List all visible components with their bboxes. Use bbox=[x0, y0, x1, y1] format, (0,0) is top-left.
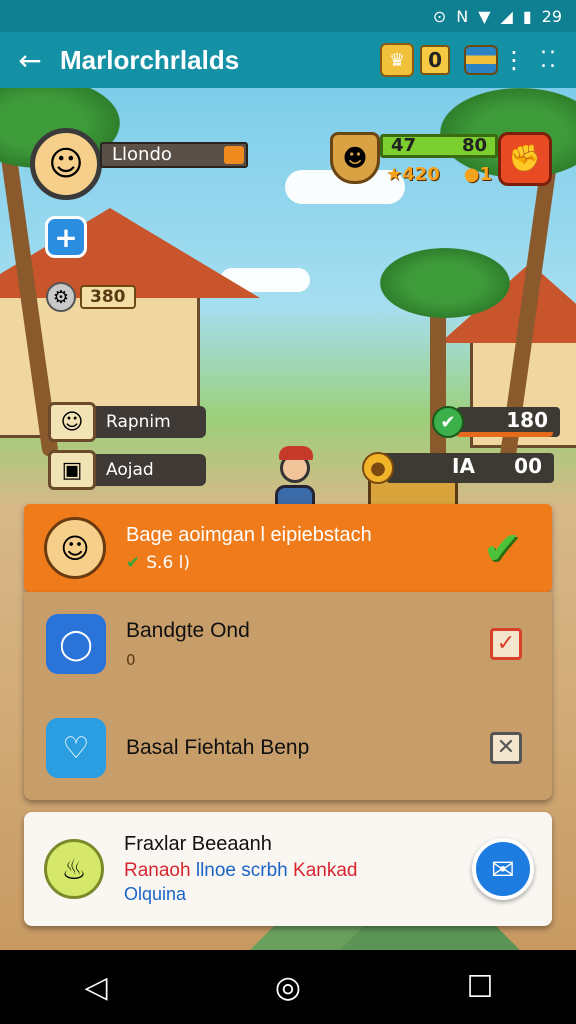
gem-count: 0 bbox=[420, 45, 450, 75]
resource-value: 180 bbox=[506, 408, 548, 432]
quest-list: ◯ Bandgte Ond 0 ✓ ♡ Basal Fiehtah Benp ✕ bbox=[24, 592, 552, 800]
gear-counter[interactable]: ⚙ 380 bbox=[46, 282, 136, 312]
notification-card[interactable]: ♨ Fraxlar Beeaanh Ranaoh llnoe scrbh Kan… bbox=[24, 812, 552, 926]
resource-label: IA bbox=[452, 454, 475, 478]
coin-stack-icon[interactable] bbox=[464, 45, 498, 75]
resource-value: 00 bbox=[514, 454, 542, 478]
checkbox[interactable]: ✓ bbox=[490, 628, 522, 660]
chat-bubble-icon: ◯ bbox=[46, 614, 106, 674]
app-title: Marlorchrlalds bbox=[60, 44, 240, 75]
notification-title: Fraxlar Beeaanh bbox=[124, 833, 272, 855]
battery-icon: ▮ bbox=[522, 6, 532, 26]
gear-icon: ⚙ bbox=[46, 282, 76, 312]
active-quest-card[interactable]: ☺ Bage aoimgan l eipiebstach ✔ S.6 l) ✔ bbox=[24, 504, 552, 592]
top-stat-sub: ★420 ●1 bbox=[380, 164, 498, 185]
more-options-icon[interactable]: ⋮ bbox=[502, 46, 526, 74]
side-button-label: Rapnim bbox=[92, 406, 206, 438]
player-name-plate: Llondo bbox=[100, 142, 248, 168]
quest-sub: 0 bbox=[126, 651, 136, 669]
side-button-rapnim[interactable]: ☺ Rapnim bbox=[48, 402, 206, 442]
no-sim-icon: N bbox=[456, 6, 469, 26]
palm-leaves bbox=[380, 248, 510, 318]
quest-item[interactable]: ◯ Bandgte Ond 0 ✓ bbox=[24, 592, 552, 696]
gold-drop-icon: ● bbox=[362, 452, 394, 484]
coin-count: ●1 bbox=[463, 164, 492, 185]
resource-fill bbox=[456, 432, 553, 437]
player-avatar[interactable]: ☺ bbox=[30, 128, 102, 200]
status-time: 29 bbox=[541, 6, 562, 26]
heart-icon: ♡ bbox=[46, 718, 106, 778]
home-nav-icon[interactable]: ◎ bbox=[258, 970, 318, 1005]
action-icon[interactable]: ✊ bbox=[498, 132, 552, 186]
wifi-icon: ▼ bbox=[478, 6, 491, 26]
treasure-icon: ♛ bbox=[380, 43, 415, 77]
resource-track: 180 bbox=[456, 407, 560, 437]
resource-bar-gold[interactable]: ● IA 00 bbox=[362, 452, 554, 484]
notification-subline: Olquina bbox=[124, 884, 187, 904]
bar-left-value: 47 bbox=[391, 135, 417, 156]
quest-name: Basal Fiehtah Benp bbox=[126, 736, 310, 759]
quest-reward: ✔ S.6 l) bbox=[126, 552, 191, 573]
quest-name: Bandgte Ond bbox=[126, 619, 250, 642]
app-bar: ← Marlorchrlalds ♛ 0 ⋮ ⁚⁚ bbox=[0, 32, 576, 88]
quest-giver-avatar: ☺ bbox=[44, 517, 106, 579]
quest-title: Bage aoimgan l eipiebstach bbox=[126, 523, 372, 546]
grid-menu-icon[interactable]: ⁚⁚ bbox=[540, 48, 558, 73]
signal-icon: ◢ bbox=[500, 6, 513, 26]
resource-bar-energy[interactable]: ✔ 180 bbox=[432, 406, 560, 438]
side-button-label: Aojad bbox=[92, 454, 206, 486]
back-arrow-icon[interactable]: ← bbox=[0, 44, 60, 77]
gem-counter[interactable]: ♛ 0 bbox=[380, 43, 450, 77]
top-stats: 47 80 ★420 ●1 bbox=[380, 134, 498, 185]
character-icon: ☺ bbox=[48, 402, 96, 442]
recents-nav-icon[interactable]: ☐ bbox=[450, 970, 510, 1005]
check-icon[interactable]: ✔ bbox=[476, 522, 528, 574]
energy-icon: ✔ bbox=[432, 406, 464, 438]
bar-right-value: 80 bbox=[461, 135, 487, 156]
player-name: Llondo bbox=[112, 144, 172, 165]
check-small-icon: ✔ bbox=[126, 552, 141, 573]
system-nav-bar: ◁ ◎ ☐ bbox=[0, 950, 576, 1024]
machine-icon: ▣ bbox=[48, 450, 96, 490]
level-tag bbox=[224, 146, 244, 164]
checkbox[interactable]: ✕ bbox=[490, 732, 522, 764]
sync-icon: ⊙ bbox=[432, 6, 447, 26]
add-button[interactable]: + bbox=[45, 216, 87, 258]
quest-item[interactable]: ♡ Basal Fiehtah Benp ✕ bbox=[24, 696, 552, 800]
shield-icon[interactable]: ☻ bbox=[330, 132, 380, 184]
mail-icon[interactable]: ✉ bbox=[472, 838, 534, 900]
back-nav-icon[interactable]: ◁ bbox=[66, 970, 126, 1005]
gear-count: 380 bbox=[80, 285, 136, 309]
food-icon: ♨ bbox=[44, 839, 104, 899]
status-bar: ⊙ N ▼ ◢ ▮ 29 bbox=[0, 0, 576, 32]
side-button-aojad[interactable]: ▣ Aojad bbox=[48, 450, 206, 490]
notification-line: Ranaoh llnoe scrbh Kankad bbox=[124, 860, 358, 881]
star-count: ★420 bbox=[386, 164, 440, 185]
resource-track: IA 00 bbox=[386, 453, 554, 483]
top-stat-bar: 47 80 bbox=[380, 134, 498, 158]
